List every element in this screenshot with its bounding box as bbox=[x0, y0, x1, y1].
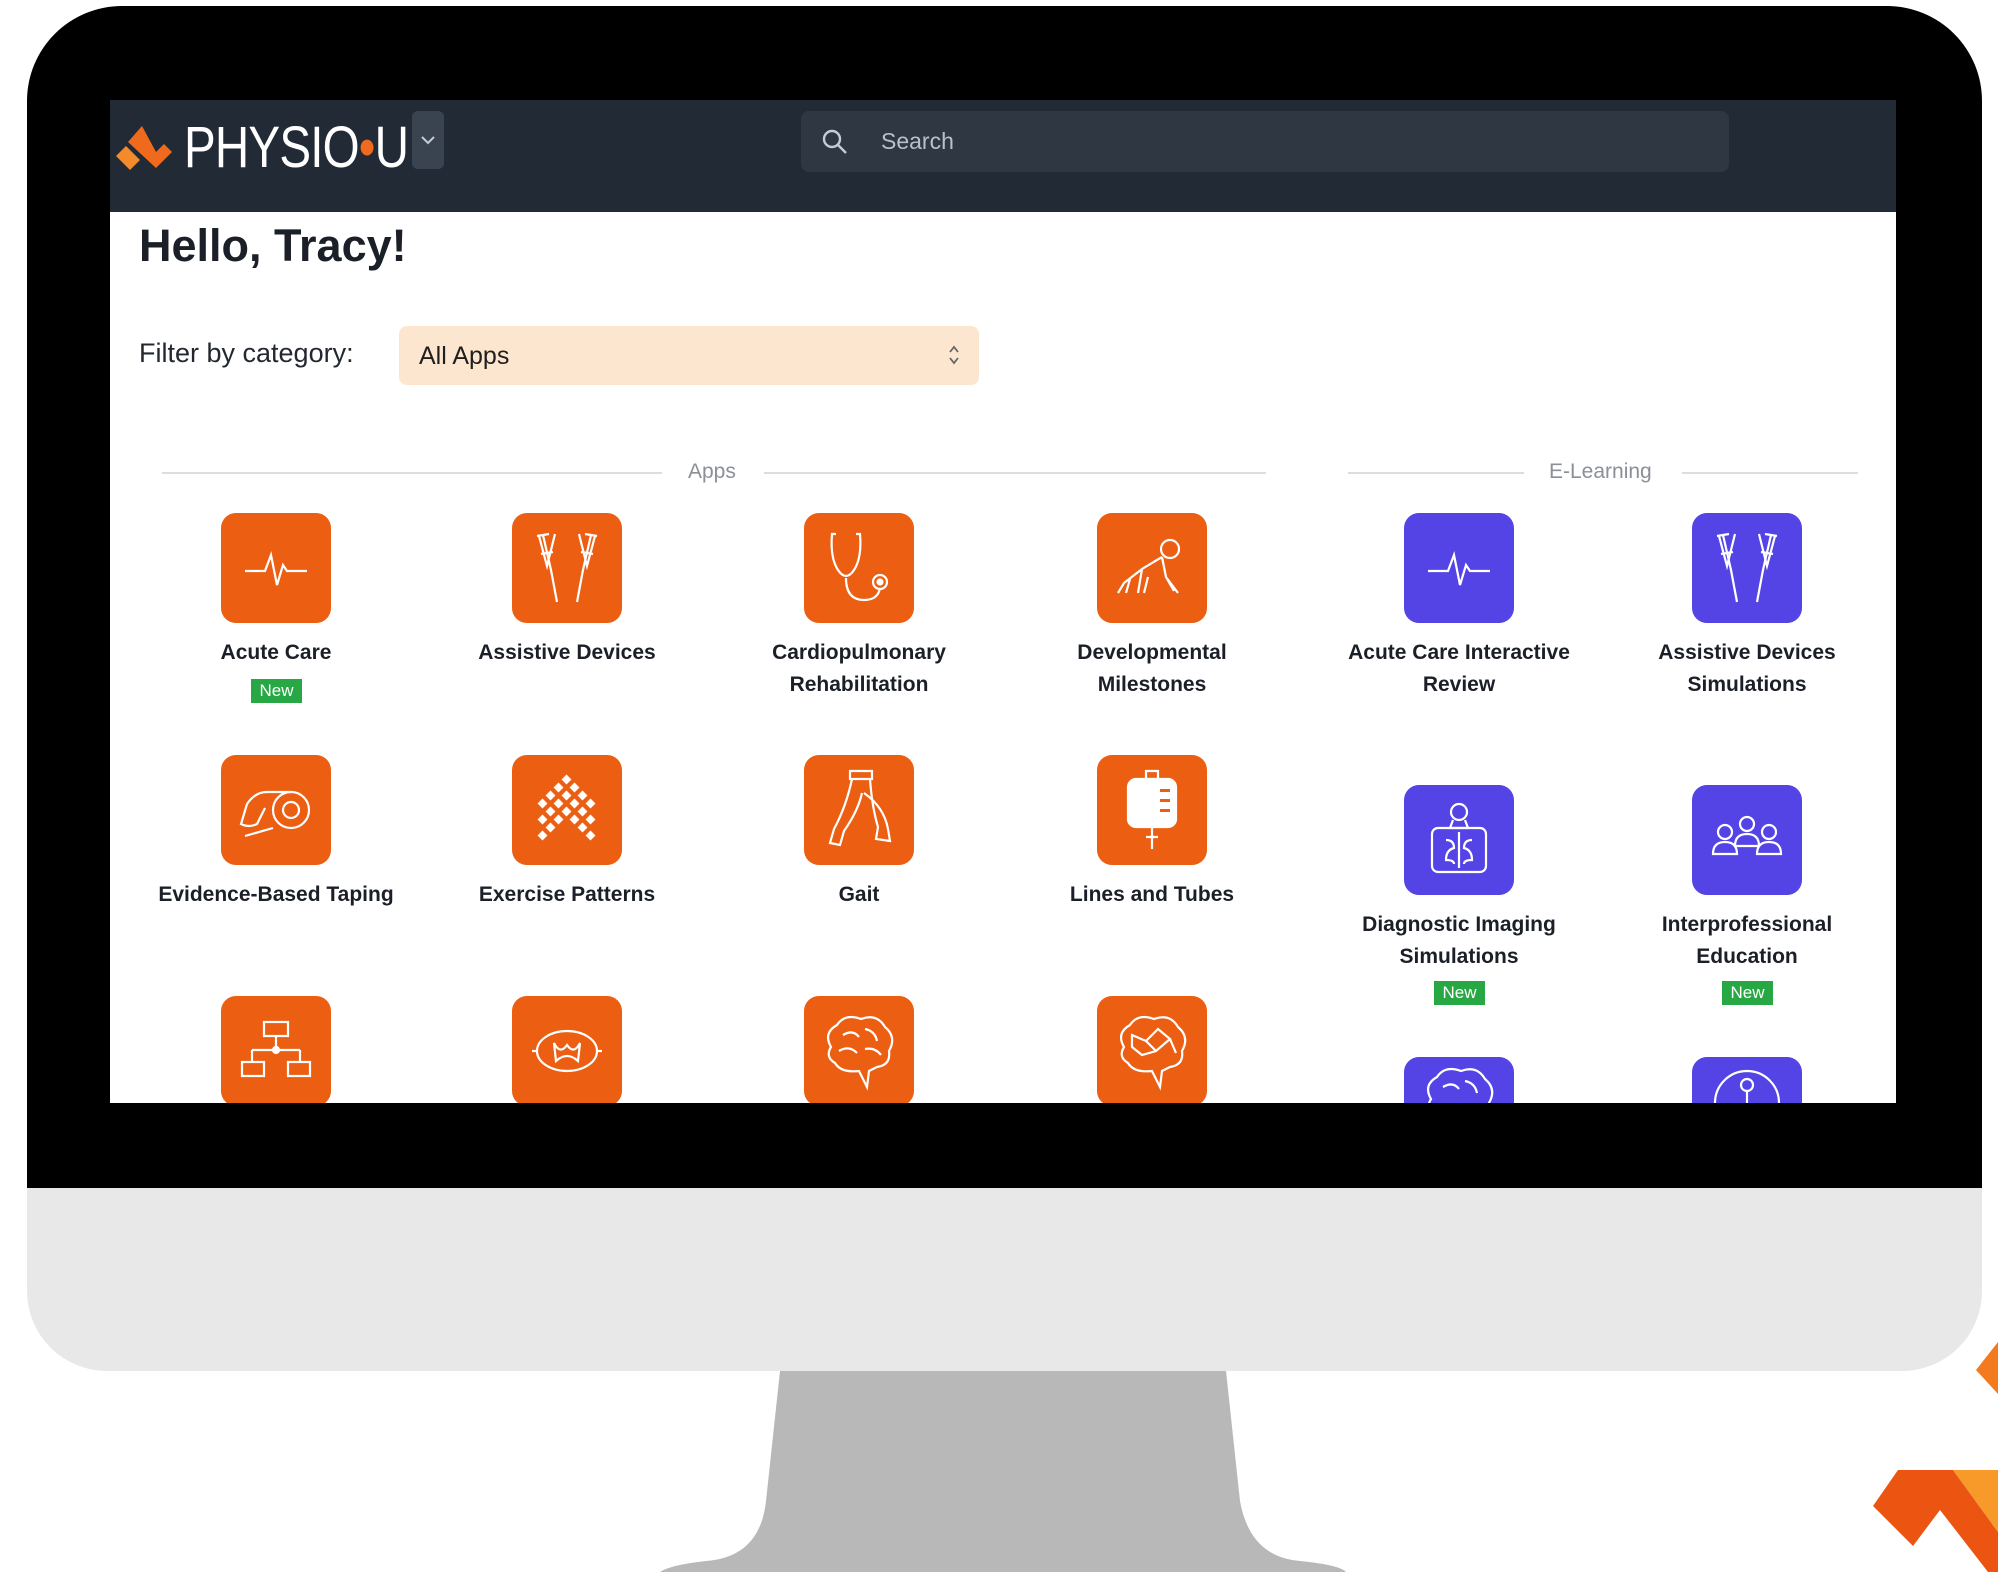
apps-divider-left bbox=[162, 472, 662, 474]
elearning-divider-left bbox=[1348, 472, 1524, 474]
app-tile-spinal-cord[interactable] bbox=[512, 996, 622, 1103]
brand-prefix: PHYSIO bbox=[184, 115, 360, 180]
monitor-chin bbox=[27, 1188, 1982, 1371]
elearning-tile-interprofessional-education[interactable] bbox=[1692, 785, 1802, 895]
new-badge: New bbox=[1722, 981, 1773, 1005]
elearning-tile-brain[interactable] bbox=[1404, 1057, 1514, 1103]
brand-corner-logo-icon bbox=[1873, 1342, 1998, 1572]
app-tile-assistive-devices[interactable] bbox=[512, 513, 622, 623]
app-label-developmental-milestones[interactable]: Developmental Milestones bbox=[1027, 637, 1277, 701]
app-tile-evidence-based-taping[interactable] bbox=[221, 755, 331, 865]
neural-brain-icon bbox=[1119, 1015, 1187, 1091]
crutches-icon bbox=[1716, 532, 1778, 603]
app-tile-flowchart[interactable] bbox=[221, 996, 331, 1103]
new-badge: New bbox=[1434, 981, 1485, 1005]
elearning-tile-anatomy[interactable] bbox=[1692, 1057, 1802, 1103]
elearning-label-interprofessional-education[interactable]: Interprofessional Education bbox=[1622, 909, 1872, 973]
elearning-label-assistive-devices-simulations[interactable]: Assistive Devices Simulations bbox=[1622, 637, 1872, 701]
category-filter-select[interactable]: All Apps bbox=[399, 326, 979, 385]
brand-name: PHYSIO•U bbox=[184, 114, 409, 181]
flowchart-icon bbox=[240, 1020, 312, 1078]
elearning-section-title: E-Learning bbox=[1549, 460, 1652, 483]
brand-dropdown-button[interactable] bbox=[412, 111, 444, 169]
greeting-heading: Hello, Tracy! bbox=[139, 220, 407, 271]
xray-icon bbox=[1430, 802, 1488, 874]
elearning-divider-right bbox=[1682, 472, 1858, 474]
heartbeat-icon bbox=[245, 551, 307, 586]
crutches-icon bbox=[536, 532, 598, 603]
elearning-tile-assistive-devices-simulations[interactable] bbox=[1692, 513, 1802, 623]
brain-icon bbox=[826, 1015, 894, 1091]
group-icon bbox=[1711, 815, 1783, 856]
app-tile-gait[interactable] bbox=[804, 755, 914, 865]
search-placeholder: Search bbox=[881, 128, 954, 154]
app-label-evidence-based-taping[interactable]: Evidence-Based Taping bbox=[151, 879, 401, 911]
brand-dot: • bbox=[358, 115, 376, 180]
top-nav-bar: PHYSIO•U Search bbox=[110, 100, 1896, 212]
app-tile-acute-care[interactable] bbox=[221, 513, 331, 623]
app-tile-exercise-patterns[interactable] bbox=[512, 755, 622, 865]
app-screen: PHYSIO•U Search Hello, Tracy! Filter by … bbox=[110, 100, 1896, 1103]
app-label-acute-care[interactable]: Acute Care bbox=[151, 637, 401, 669]
stethoscope-icon bbox=[830, 532, 889, 602]
new-badge: New bbox=[251, 679, 302, 703]
app-label-cardiopulmonary[interactable]: Cardiopulmonary Rehabilitation bbox=[734, 637, 984, 701]
app-label-gait[interactable]: Gait bbox=[734, 879, 984, 911]
physio-u-logo-icon bbox=[116, 125, 172, 170]
brand-suffix: U bbox=[374, 115, 409, 180]
elearning-tile-acute-care-review[interactable] bbox=[1404, 513, 1514, 623]
monitor-stand bbox=[660, 1371, 1346, 1572]
anatomy-icon bbox=[1713, 1069, 1781, 1103]
app-tile-brain[interactable] bbox=[804, 996, 914, 1103]
filter-label: Filter by category: bbox=[139, 338, 354, 368]
filter-selected-value: All Apps bbox=[419, 342, 510, 370]
pattern-grid-icon bbox=[537, 774, 596, 841]
apps-divider-right bbox=[764, 472, 1266, 474]
brain-icon bbox=[1426, 1067, 1494, 1103]
app-label-exercise-patterns[interactable]: Exercise Patterns bbox=[442, 879, 692, 911]
elearning-label-diagnostic-imaging[interactable]: Diagnostic Imaging Simulations bbox=[1334, 909, 1584, 973]
search-input[interactable]: Search bbox=[801, 111, 1729, 172]
search-icon bbox=[822, 129, 847, 154]
app-tile-neural-brain[interactable] bbox=[1097, 996, 1207, 1103]
chevron-down-icon bbox=[421, 136, 435, 145]
walking-legs-icon bbox=[828, 769, 892, 847]
crawling-baby-icon bbox=[1117, 538, 1181, 594]
brand-logo[interactable]: PHYSIO•U bbox=[114, 114, 457, 181]
app-tile-cardiopulmonary[interactable] bbox=[804, 513, 914, 623]
app-tile-lines-and-tubes[interactable] bbox=[1097, 755, 1207, 865]
app-label-assistive-devices[interactable]: Assistive Devices bbox=[442, 637, 692, 669]
iv-bag-icon bbox=[1126, 769, 1178, 849]
heartbeat-icon bbox=[1428, 551, 1490, 586]
app-tile-developmental-milestones[interactable] bbox=[1097, 513, 1207, 623]
tape-roll-icon bbox=[239, 790, 311, 838]
apps-section-title: Apps bbox=[688, 460, 736, 483]
app-label-lines-and-tubes[interactable]: Lines and Tubes bbox=[1027, 879, 1277, 911]
elearning-label-acute-care-review[interactable]: Acute Care Interactive Review bbox=[1334, 637, 1584, 701]
elearning-tile-diagnostic-imaging[interactable] bbox=[1404, 785, 1514, 895]
select-chevrons-icon bbox=[949, 345, 959, 365]
spinal-cord-icon bbox=[532, 1029, 602, 1073]
